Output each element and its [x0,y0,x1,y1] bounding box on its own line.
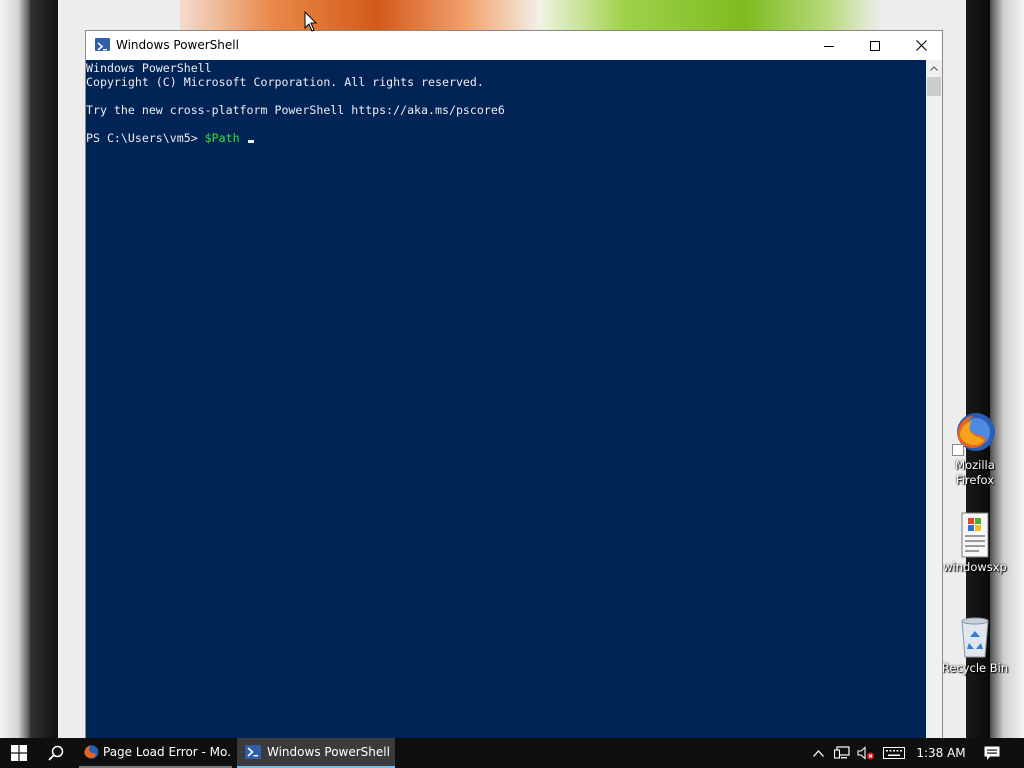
recycle-bin-icon [952,613,998,659]
search-button[interactable] [38,738,74,768]
volume-tray-button[interactable] [855,738,877,768]
keyboard-icon [883,747,905,759]
console-line: Windows PowerShell [86,61,212,75]
show-hidden-icons-button[interactable] [808,738,828,768]
shortcut-arrow-icon [952,444,964,456]
title-bar[interactable]: Windows PowerShell [86,31,942,60]
desktop-icon-label: Firefox [955,473,995,487]
taskbar-item-powershell[interactable]: Windows PowerShell [237,738,395,768]
action-center-button[interactable] [974,738,1010,768]
minimize-button[interactable] [806,31,852,60]
scrollbar-thumb[interactable] [927,77,941,96]
document-icon [952,512,998,558]
mouse-pointer-icon [304,10,318,33]
notification-icon [984,746,1000,760]
desktop-icon-recycle-bin[interactable]: Recycle Bin [940,613,1010,676]
close-icon [915,40,927,51]
console-line: Try the new cross-platform PowerShell ht… [86,103,505,117]
network-icon [834,746,850,759]
powershell-icon [95,38,110,51]
maximize-button[interactable] [852,31,898,60]
touch-keyboard-button[interactable] [880,738,908,768]
powershell-window[interactable]: Windows PowerShell Windows PowerShell Cop… [85,30,943,738]
search-icon [48,745,64,761]
desktop-icon-label: windowsxp [943,560,1007,574]
prompt-text: PS C:\Users\vm5> [86,131,205,145]
prompt-line[interactable]: PS C:\Users\vm5> $Path [86,131,926,145]
console-output[interactable]: Windows PowerShell Copyright (C) Microsof… [86,60,926,738]
taskbar-clock[interactable]: 1:38 AM [910,738,972,768]
scroll-up-button[interactable] [926,60,942,76]
start-button[interactable] [0,738,38,768]
maximize-icon [870,40,880,51]
desktop-icon-windowsxp[interactable]: windowsxp [940,512,1010,575]
close-button[interactable] [898,31,944,60]
console-line: Copyright (C) Microsoft Corporation. All… [86,75,484,89]
windows-logo-icon [11,745,27,761]
wallpaper-green-fruit [540,0,880,30]
network-tray-button[interactable] [830,738,854,768]
wallpaper-orange-fruit [180,0,540,30]
command-input[interactable]: $Path [205,131,240,145]
desktop-icon-label: Recycle Bin [941,661,1009,675]
wallpaper-left-edge [0,0,30,738]
vertical-scrollbar[interactable] [926,60,942,738]
firefox-icon [84,745,99,759]
wallpaper-left-shadow [30,0,60,738]
text-cursor [247,140,254,143]
taskbar-item-label: Windows PowerShell [267,745,390,759]
taskbar-item-firefox[interactable]: Page Load Error - Mo... [79,738,232,768]
taskbar: Page Load Error - Mo... Windows PowerShe… [0,738,1024,768]
desktop-icon-label: Mozilla [955,458,995,472]
desktop-icon-firefox[interactable]: Mozilla Firefox [940,410,1010,488]
taskbar-item-label: Page Load Error - Mo... [103,745,232,759]
chevron-up-icon [930,65,938,71]
volume-muted-icon [857,746,874,760]
chevron-up-icon [812,749,824,757]
minimize-icon [824,45,834,47]
firefox-icon [952,410,998,456]
powershell-icon [245,745,261,759]
window-title: Windows PowerShell [116,38,239,52]
